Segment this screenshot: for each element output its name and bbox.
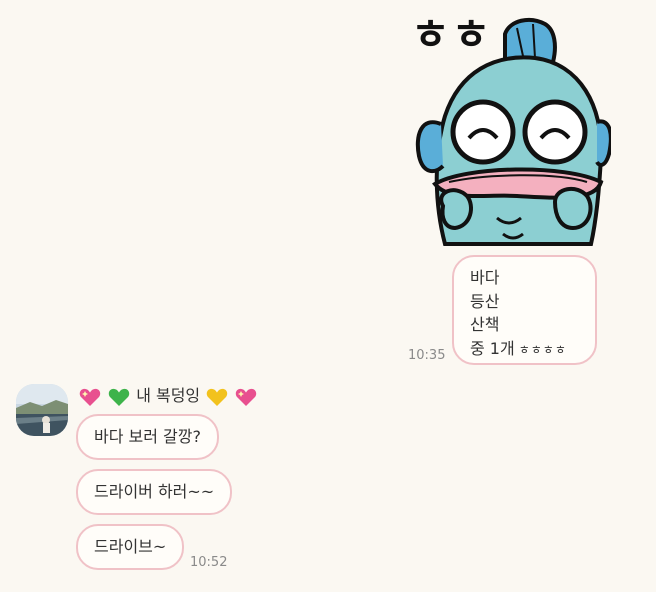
avatar-photo-icon	[16, 384, 68, 436]
message-text: 바다 보러 갈깡?	[94, 427, 201, 446]
laugh-suffix: ㅎㅎㅎㅎ	[518, 342, 567, 357]
message-line: 등산	[470, 291, 500, 311]
outgoing-message-bubble[interactable]: 바다 등산 산책 중 1개 ㅎㅎㅎㅎ	[452, 255, 597, 365]
incoming-timestamp: 10:52	[190, 555, 228, 570]
message-line-text: 중 1개	[470, 338, 515, 358]
sender-avatar[interactable]	[16, 384, 68, 436]
sticker-message[interactable]: ㅎㅎ	[405, 6, 611, 250]
message-line: 산책	[470, 315, 500, 334]
sender-name: 내 복덩잉	[136, 386, 201, 405]
sparkling-heart-icon	[79, 388, 101, 406]
message-text: 드라이브~	[94, 537, 167, 556]
sender-name-row: 내 복덩잉	[78, 382, 258, 410]
incoming-message-bubble[interactable]: 드라이브~	[76, 524, 185, 570]
green-heart-icon	[108, 388, 130, 406]
incoming-message-bubble[interactable]: 드라이버 하러~~	[76, 469, 233, 515]
sticker-caption: ㅎㅎ	[411, 10, 493, 59]
sparkling-heart-icon	[236, 388, 257, 406]
message-line-last: 중 1개 ㅎㅎㅎㅎ	[470, 337, 579, 363]
outgoing-timestamp: 10:35	[408, 348, 446, 363]
message-text: 드라이버 하러~~	[94, 482, 215, 501]
yellow-heart-icon	[207, 388, 228, 406]
chat-view: ㅎㅎ 10:35 바다 등산 산책 중 1개 ㅎㅎㅎㅎ 내 복덩잉 바다 보러 …	[0, 0, 656, 592]
message-line: 바다	[470, 268, 500, 287]
incoming-message-bubble[interactable]: 바다 보러 갈깡?	[76, 414, 219, 460]
